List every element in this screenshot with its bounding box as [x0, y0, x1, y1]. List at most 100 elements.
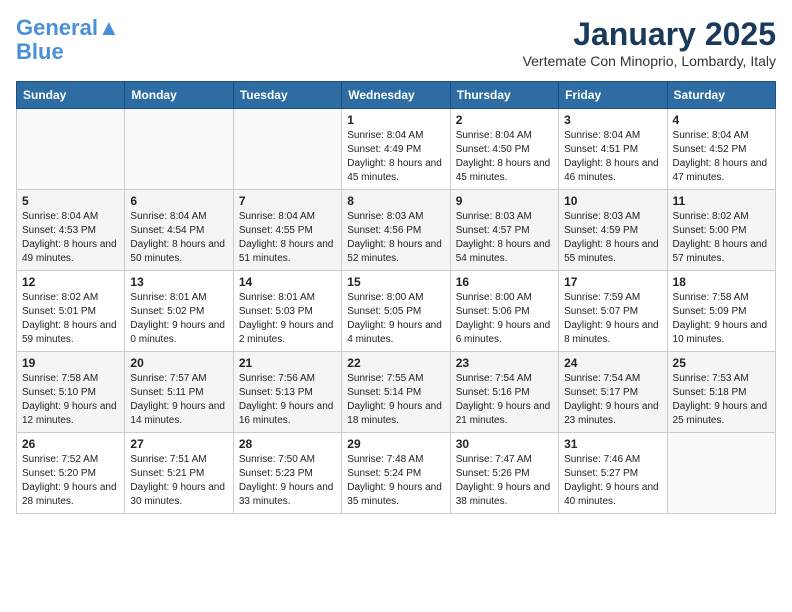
- weekday-header: Thursday: [450, 82, 558, 109]
- day-number: 2: [456, 113, 553, 127]
- day-number: 21: [239, 356, 336, 370]
- weekday-header: Wednesday: [342, 82, 450, 109]
- day-info: Sunrise: 7:54 AM Sunset: 5:16 PM Dayligh…: [456, 372, 553, 428]
- day-info: Sunrise: 8:03 AM Sunset: 4:59 PM Dayligh…: [564, 210, 661, 266]
- calendar-cell: 31Sunrise: 7:46 AM Sunset: 5:27 PM Dayli…: [559, 433, 667, 514]
- day-info: Sunrise: 8:02 AM Sunset: 5:01 PM Dayligh…: [22, 291, 119, 347]
- day-info: Sunrise: 7:47 AM Sunset: 5:26 PM Dayligh…: [456, 453, 553, 509]
- day-number: 4: [673, 113, 770, 127]
- day-info: Sunrise: 7:58 AM Sunset: 5:10 PM Dayligh…: [22, 372, 119, 428]
- day-number: 13: [130, 275, 227, 289]
- calendar-cell: 11 Sunrise: 8:02 AM Sunset: 5:00 PM Dayli…: [667, 190, 775, 271]
- day-info: Sunrise: 7:56 AM Sunset: 5:13 PM Dayligh…: [239, 372, 336, 428]
- calendar-cell: 12 Sunrise: 8:02 AM Sunset: 5:01 PM Dayli…: [17, 271, 125, 352]
- day-number: 10: [564, 194, 661, 208]
- day-number: 17: [564, 275, 661, 289]
- calendar-cell: 29Sunrise: 7:48 AM Sunset: 5:24 PM Dayli…: [342, 433, 450, 514]
- weekday-header: Monday: [125, 82, 233, 109]
- calendar-cell: 9 Sunrise: 8:03 AM Sunset: 4:57 PM Daylig…: [450, 190, 558, 271]
- weekday-header: Saturday: [667, 82, 775, 109]
- day-info: Sunrise: 8:02 AM Sunset: 5:00 PM Dayligh…: [673, 210, 770, 266]
- calendar-week-row: 12 Sunrise: 8:02 AM Sunset: 5:01 PM Dayli…: [17, 271, 776, 352]
- title-block: January 2025 Vertemate Con Minoprio, Lom…: [523, 16, 776, 69]
- logo-blue: ▲: [98, 15, 120, 40]
- calendar-cell: [17, 109, 125, 190]
- day-number: 27: [130, 437, 227, 451]
- day-info: Sunrise: 7:46 AM Sunset: 5:27 PM Dayligh…: [564, 453, 661, 509]
- day-info: Sunrise: 8:04 AM Sunset: 4:50 PM Dayligh…: [456, 129, 553, 185]
- day-number: 3: [564, 113, 661, 127]
- calendar-week-row: 5 Sunrise: 8:04 AM Sunset: 4:53 PM Daylig…: [17, 190, 776, 271]
- day-number: 1: [347, 113, 444, 127]
- day-number: 30: [456, 437, 553, 451]
- day-info: Sunrise: 7:58 AM Sunset: 5:09 PM Dayligh…: [673, 291, 770, 347]
- calendar-week-row: 19 Sunrise: 7:58 AM Sunset: 5:10 PM Dayli…: [17, 352, 776, 433]
- calendar-cell: 22 Sunrise: 7:55 AM Sunset: 5:14 PM Dayli…: [342, 352, 450, 433]
- calendar-body: 1 Sunrise: 8:04 AM Sunset: 4:49 PM Daylig…: [17, 109, 776, 514]
- day-number: 25: [673, 356, 770, 370]
- day-number: 5: [22, 194, 119, 208]
- calendar-cell: 13 Sunrise: 8:01 AM Sunset: 5:02 PM Dayli…: [125, 271, 233, 352]
- calendar-cell: [667, 433, 775, 514]
- weekday-header: Sunday: [17, 82, 125, 109]
- day-number: 20: [130, 356, 227, 370]
- day-info: Sunrise: 7:54 AM Sunset: 5:17 PM Dayligh…: [564, 372, 661, 428]
- logo-blue-text: Blue: [16, 39, 64, 64]
- day-info: Sunrise: 8:01 AM Sunset: 5:02 PM Dayligh…: [130, 291, 227, 347]
- location: Vertemate Con Minoprio, Lombardy, Italy: [523, 53, 776, 69]
- calendar-cell: 15 Sunrise: 8:00 AM Sunset: 5:05 PM Dayli…: [342, 271, 450, 352]
- day-number: 9: [456, 194, 553, 208]
- day-info: Sunrise: 8:04 AM Sunset: 4:52 PM Dayligh…: [673, 129, 770, 185]
- calendar-cell: 28 Sunrise: 7:50 AM Sunset: 5:23 PM Dayli…: [233, 433, 341, 514]
- calendar-header-row: SundayMondayTuesdayWednesdayThursdayFrid…: [17, 82, 776, 109]
- day-number: 16: [456, 275, 553, 289]
- day-info: Sunrise: 8:04 AM Sunset: 4:53 PM Dayligh…: [22, 210, 119, 266]
- day-info: Sunrise: 8:03 AM Sunset: 4:56 PM Dayligh…: [347, 210, 444, 266]
- calendar-cell: 4 Sunrise: 8:04 AM Sunset: 4:52 PM Daylig…: [667, 109, 775, 190]
- day-number: 12: [22, 275, 119, 289]
- day-number: 11: [673, 194, 770, 208]
- day-info: Sunrise: 8:04 AM Sunset: 4:54 PM Dayligh…: [130, 210, 227, 266]
- calendar-cell: [125, 109, 233, 190]
- day-info: Sunrise: 8:04 AM Sunset: 4:51 PM Dayligh…: [564, 129, 661, 185]
- day-number: 15: [347, 275, 444, 289]
- weekday-header: Tuesday: [233, 82, 341, 109]
- day-number: 22: [347, 356, 444, 370]
- day-info: Sunrise: 8:04 AM Sunset: 4:49 PM Dayligh…: [347, 129, 444, 185]
- calendar-cell: 1 Sunrise: 8:04 AM Sunset: 4:49 PM Daylig…: [342, 109, 450, 190]
- calendar-cell: 16 Sunrise: 8:00 AM Sunset: 5:06 PM Dayli…: [450, 271, 558, 352]
- day-number: 28: [239, 437, 336, 451]
- logo-general: General: [16, 15, 98, 40]
- page-header: General▲ Blue January 2025 Vertemate Con …: [16, 16, 776, 69]
- calendar-cell: 19 Sunrise: 7:58 AM Sunset: 5:10 PM Dayli…: [17, 352, 125, 433]
- day-info: Sunrise: 8:03 AM Sunset: 4:57 PM Dayligh…: [456, 210, 553, 266]
- weekday-header: Friday: [559, 82, 667, 109]
- day-info: Sunrise: 7:48 AM Sunset: 5:24 PM Dayligh…: [347, 453, 444, 509]
- day-info: Sunrise: 7:55 AM Sunset: 5:14 PM Dayligh…: [347, 372, 444, 428]
- calendar-cell: 24 Sunrise: 7:54 AM Sunset: 5:17 PM Dayli…: [559, 352, 667, 433]
- day-number: 7: [239, 194, 336, 208]
- day-number: 24: [564, 356, 661, 370]
- calendar-cell: 3 Sunrise: 8:04 AM Sunset: 4:51 PM Daylig…: [559, 109, 667, 190]
- day-number: 6: [130, 194, 227, 208]
- calendar-cell: 7Sunrise: 8:04 AM Sunset: 4:55 PM Daylig…: [233, 190, 341, 271]
- day-info: Sunrise: 8:00 AM Sunset: 5:05 PM Dayligh…: [347, 291, 444, 347]
- day-number: 14: [239, 275, 336, 289]
- logo: General▲ Blue: [16, 16, 120, 64]
- day-number: 8: [347, 194, 444, 208]
- calendar-cell: 2 Sunrise: 8:04 AM Sunset: 4:50 PM Daylig…: [450, 109, 558, 190]
- calendar-cell: 20Sunrise: 7:57 AM Sunset: 5:11 PM Dayli…: [125, 352, 233, 433]
- calendar-cell: 30 Sunrise: 7:47 AM Sunset: 5:26 PM Dayli…: [450, 433, 558, 514]
- calendar-week-row: 1 Sunrise: 8:04 AM Sunset: 4:49 PM Daylig…: [17, 109, 776, 190]
- day-info: Sunrise: 7:50 AM Sunset: 5:23 PM Dayligh…: [239, 453, 336, 509]
- day-info: Sunrise: 7:53 AM Sunset: 5:18 PM Dayligh…: [673, 372, 770, 428]
- day-info: Sunrise: 8:00 AM Sunset: 5:06 PM Dayligh…: [456, 291, 553, 347]
- day-number: 19: [22, 356, 119, 370]
- logo-text: General▲ Blue: [16, 16, 120, 64]
- calendar-cell: [233, 109, 341, 190]
- day-info: Sunrise: 7:59 AM Sunset: 5:07 PM Dayligh…: [564, 291, 661, 347]
- calendar-cell: 26Sunrise: 7:52 AM Sunset: 5:20 PM Dayli…: [17, 433, 125, 514]
- day-number: 18: [673, 275, 770, 289]
- day-info: Sunrise: 8:01 AM Sunset: 5:03 PM Dayligh…: [239, 291, 336, 347]
- calendar-cell: 6 Sunrise: 8:04 AM Sunset: 4:54 PM Daylig…: [125, 190, 233, 271]
